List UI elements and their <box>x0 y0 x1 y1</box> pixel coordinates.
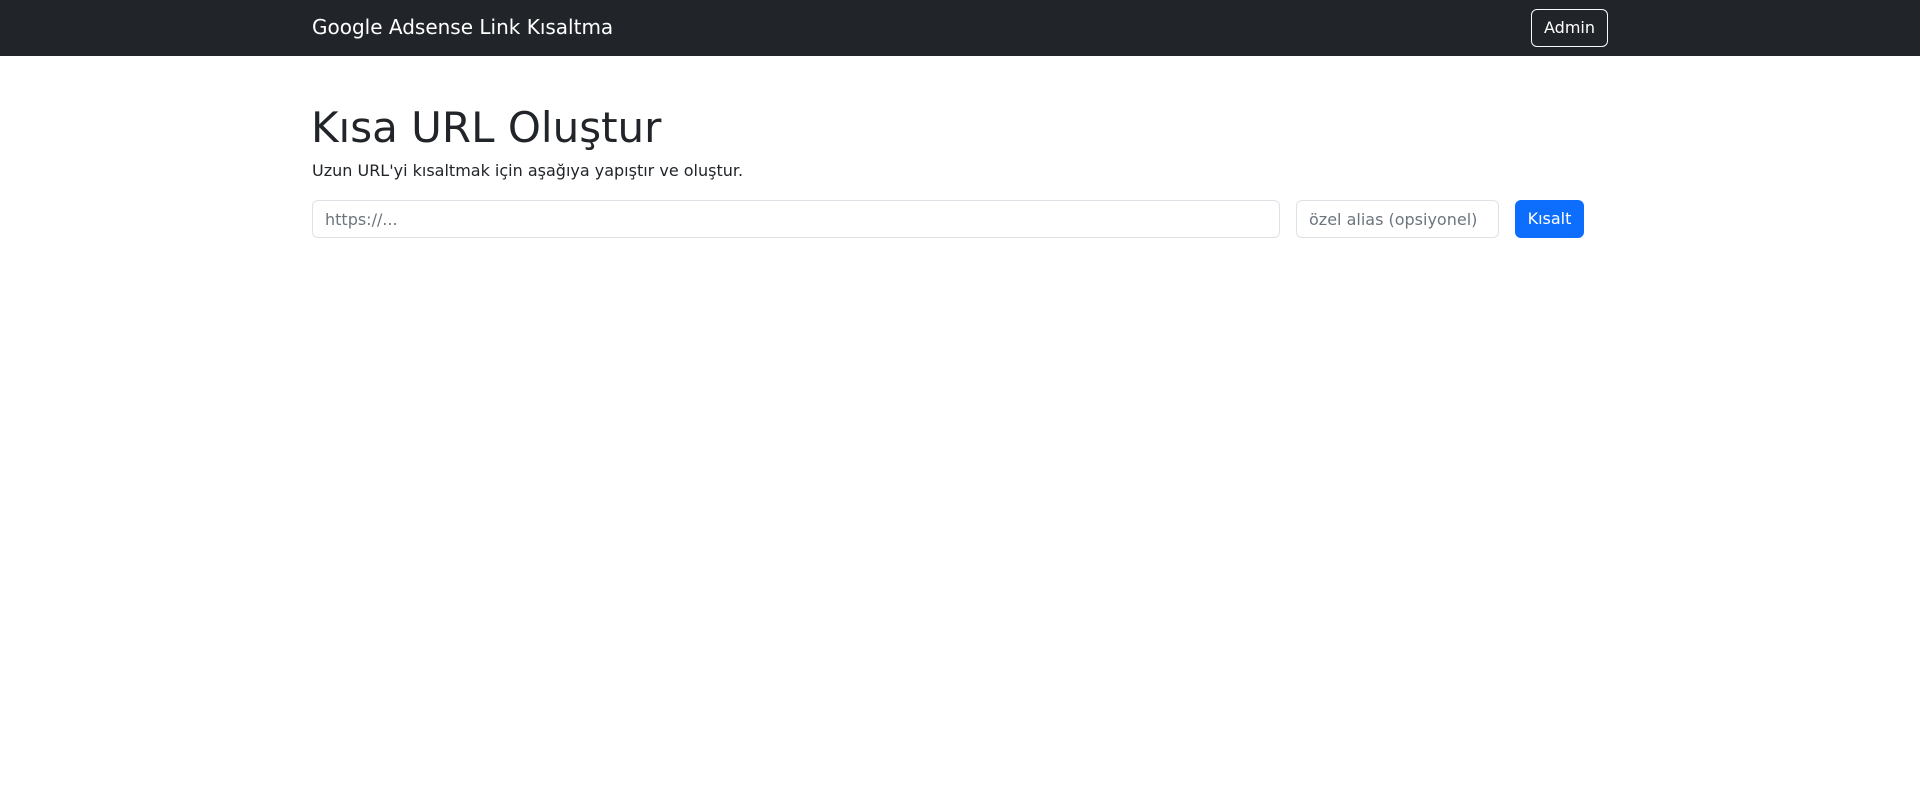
top-navbar: Google Adsense Link Kısaltma Admin <box>0 0 1920 56</box>
shorten-button[interactable]: Kısalt <box>1515 200 1584 238</box>
page-title: Kısa URL Oluştur <box>311 103 662 152</box>
alias-input[interactable] <box>1296 200 1499 238</box>
navbar-brand[interactable]: Google Adsense Link Kısaltma <box>312 15 613 39</box>
admin-button[interactable]: Admin <box>1531 9 1608 47</box>
url-input[interactable] <box>312 200 1280 238</box>
page-subtitle: Uzun URL'yi kısaltmak için aşağıya yapış… <box>312 161 744 180</box>
